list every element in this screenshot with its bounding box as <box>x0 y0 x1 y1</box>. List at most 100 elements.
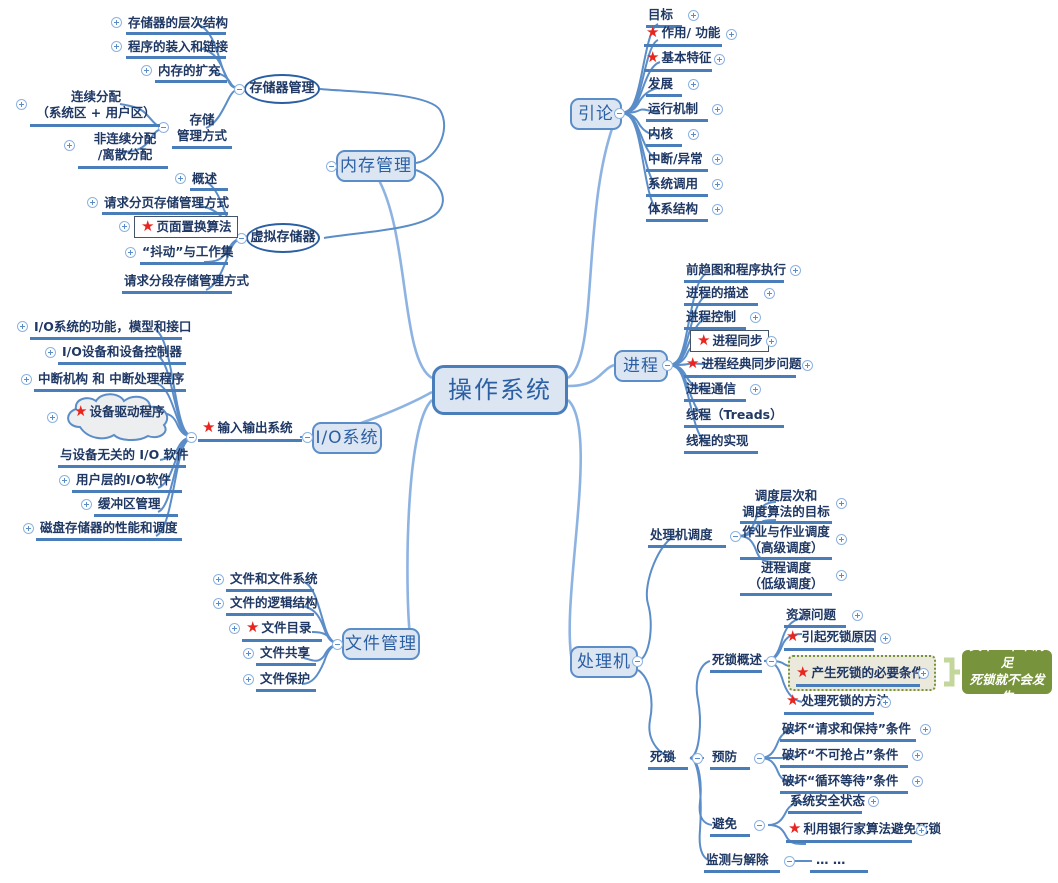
leaf-deadlock-handling-methods[interactable]: ★ 处理死锁的方法 <box>786 693 889 709</box>
leaf-precedence-graph-execution[interactable]: 前趋图和程序执行 <box>686 262 786 278</box>
toggle-memory-management[interactable] <box>326 161 337 172</box>
leaf-deadlock-causes[interactable]: ★ 引起死锁原因 <box>786 629 876 645</box>
toggle-io-system[interactable] <box>302 432 313 443</box>
toggle-deadlock-causes[interactable] <box>880 633 891 644</box>
leaf-detection-ellipsis[interactable]: … … <box>816 852 845 868</box>
leaf-program-loading-linking[interactable]: 程序的装入和链接 <box>128 39 228 55</box>
leaf-file-logical-structure[interactable]: 文件的逻辑结构 <box>230 595 318 611</box>
leaf-resource-problem[interactable]: 资源问题 <box>786 607 836 623</box>
leaf-intro-kernel[interactable]: 内核 <box>648 126 673 142</box>
leaf-demand-segmentation[interactable]: 请求分段存储管理方式 <box>124 273 249 289</box>
toggle-intro-goal[interactable] <box>688 10 699 21</box>
leaf-process-scheduling[interactable]: 进程调度 （低级调度） <box>742 560 830 592</box>
leaf-memory-expansion[interactable]: 内存的扩充 <box>158 63 221 79</box>
toggle-program-loading-linking[interactable] <box>111 41 122 52</box>
toggle-introduction[interactable] <box>614 108 625 119</box>
leaf-intro-role-function[interactable]: ★ 作用/ 功能 <box>646 25 720 41</box>
leaf-process-synchronization[interactable]: ★ 进程同步 <box>690 330 770 352</box>
toggle-io-functions[interactable] <box>17 321 28 332</box>
leaf-intro-system-call[interactable]: 系统调用 <box>648 176 698 192</box>
toggle-processor[interactable] <box>632 656 643 667</box>
leaf-intro-development[interactable]: 发展 <box>648 76 673 92</box>
leaf-memory-hierarchy[interactable]: 存储器的层次结构 <box>128 15 228 31</box>
leaf-process-control[interactable]: 进程控制 <box>686 309 736 325</box>
leaf-intro-goal[interactable]: 目标 <box>648 7 673 23</box>
leaf-device-driver[interactable]: ★ 设备驱动程序 <box>74 404 164 420</box>
leaf-file-sharing[interactable]: 文件共享 <box>260 645 310 661</box>
leaf-scheduling-levels-goals[interactable]: 调度层次和 调度算法的目标 <box>742 488 830 520</box>
toggle-disk-performance[interactable] <box>23 523 34 534</box>
toggle-scheduling-levels-goals[interactable] <box>836 498 847 509</box>
leaf-contiguous-allocation[interactable]: 连续分配 （系统区 + 用户区） <box>34 88 158 122</box>
toggle-classic-sync-problems[interactable] <box>802 360 813 371</box>
toggle-vm-overview[interactable] <box>175 173 186 184</box>
leaf-file-protection[interactable]: 文件保护 <box>260 671 310 687</box>
toggle-bankers-algorithm[interactable] <box>916 825 927 836</box>
toggle-process-control[interactable] <box>750 312 761 323</box>
leaf-break-no-preemption[interactable]: 破坏“不可抢占”条件 <box>782 747 898 763</box>
toggle-demand-paging[interactable] <box>87 197 98 208</box>
leaf-disk-performance-scheduling[interactable]: 磁盘存储器的性能和调度 <box>40 520 178 536</box>
toggle-intro-basic-features[interactable] <box>714 54 725 65</box>
toggle-process-scheduling[interactable] <box>836 570 847 581</box>
leaf-page-replacement-algorithm[interactable]: ★ 页面置换算法 <box>134 216 239 238</box>
toggle-file-management[interactable] <box>332 639 343 650</box>
toggle-process[interactable] <box>662 360 673 371</box>
group-input-output-system[interactable]: ★ 输入输出系统 <box>202 420 292 436</box>
leaf-break-hold-and-wait[interactable]: 破坏“请求和保持”条件 <box>782 721 911 737</box>
leaf-file-directory[interactable]: ★ 文件目录 <box>246 620 311 636</box>
toggle-resource-problem[interactable] <box>852 610 863 621</box>
leaf-noncontiguous-allocation[interactable]: 非连续分配/离散分配 <box>80 130 170 164</box>
toggle-deadlock-necessary-conditions[interactable] <box>918 668 929 679</box>
leaf-device-independent-io-software[interactable]: 与设备无关的 I/O 软件 <box>60 447 189 463</box>
toggle-precedence-graph[interactable] <box>790 265 801 276</box>
toggle-storage-management[interactable] <box>234 84 245 95</box>
toggle-break-circular-wait[interactable] <box>912 776 923 787</box>
toggle-io-devices-controllers[interactable] <box>45 347 56 358</box>
branch-process[interactable]: 进程 <box>614 350 668 382</box>
toggle-intro-architecture[interactable] <box>712 204 723 215</box>
toggle-process-synchronization[interactable] <box>766 336 777 347</box>
leaf-process-communication[interactable]: 进程通信 <box>686 381 736 397</box>
leaf-job-scheduling[interactable]: 作业与作业调度 （高级调度） <box>742 524 830 556</box>
branch-file-management[interactable]: 文件管理 <box>342 628 420 660</box>
leaf-buffer-management[interactable]: 缓冲区管理 <box>98 496 161 512</box>
toggle-break-hold-and-wait[interactable] <box>920 724 931 735</box>
toggle-break-no-preemption[interactable] <box>912 750 923 761</box>
toggle-memory-hierarchy[interactable] <box>111 17 122 28</box>
toggle-deadlock-detection-recovery[interactable] <box>784 856 795 867</box>
toggle-intro-running-mechanism[interactable] <box>712 104 723 115</box>
leaf-process-description[interactable]: 进程的描述 <box>686 285 749 301</box>
toggle-file-logical-structure[interactable] <box>213 598 224 609</box>
toggle-intro-role-function[interactable] <box>726 29 737 40</box>
toggle-deadlock-overview[interactable] <box>766 656 777 667</box>
subgroup-deadlock-overview[interactable]: 死锁概述 <box>712 652 762 668</box>
branch-processor[interactable]: 处理机 <box>570 646 638 678</box>
leaf-vm-overview[interactable]: 概述 <box>192 171 217 187</box>
toggle-thrashing-working-set[interactable] <box>125 247 136 258</box>
toggle-device-driver[interactable] <box>47 412 58 423</box>
group-storage-management[interactable]: 存储器管理 <box>244 74 320 104</box>
root-node[interactable]: 操作系统 <box>432 365 568 415</box>
branch-io-system[interactable]: I/O系统 <box>312 422 382 454</box>
subgroup-deadlock-avoidance[interactable]: 避免 <box>712 816 737 832</box>
leaf-classic-sync-problems[interactable]: ★ 进程经典同步问题 <box>686 356 801 372</box>
toggle-deadlock-handling-methods[interactable] <box>880 697 891 708</box>
leaf-threads[interactable]: 线程（Treads） <box>686 407 783 423</box>
group-deadlock[interactable]: 死锁 <box>650 749 675 765</box>
leaf-io-functions-models-interfaces[interactable]: I/O系统的功能，模型和接口 <box>34 319 191 335</box>
toggle-input-output-system[interactable] <box>186 432 197 443</box>
leaf-interrupt-mechanism-handler[interactable]: 中断机构 和 中断处理程序 <box>38 371 184 387</box>
toggle-memory-expansion[interactable] <box>141 65 152 76</box>
subgroup-deadlock-prevention[interactable]: 预防 <box>712 749 737 765</box>
toggle-interrupt-mechanism[interactable] <box>21 374 32 385</box>
toggle-files-and-filesystem[interactable] <box>213 574 224 585</box>
leaf-system-safe-state[interactable]: 系统安全状态 <box>790 793 865 809</box>
leaf-intro-basic-features[interactable]: ★ 基本特征 <box>646 50 711 66</box>
leaf-storage-management-method[interactable]: 存储 管理方式 <box>172 112 232 144</box>
toggle-deadlock-avoidance[interactable] <box>754 820 765 831</box>
toggle-intro-kernel[interactable] <box>688 129 699 140</box>
group-processor-scheduling[interactable]: 处理机调度 <box>650 527 713 543</box>
toggle-deadlock[interactable] <box>692 753 703 764</box>
leaf-thrashing-working-set[interactable]: “抖动”与工作集 <box>142 244 233 260</box>
